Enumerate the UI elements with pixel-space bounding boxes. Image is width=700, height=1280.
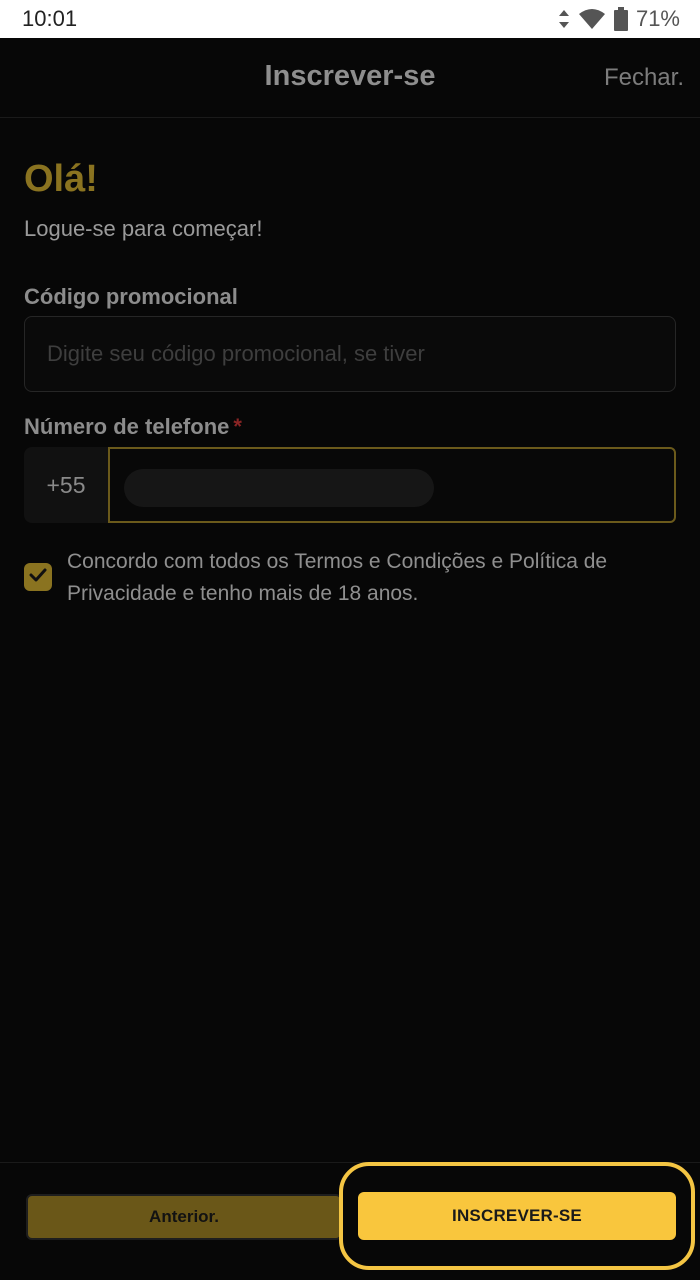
data-arrows-icon [558, 9, 570, 29]
country-code-selector[interactable]: +55 [24, 447, 108, 523]
required-mark: * [233, 414, 242, 439]
status-icons: 71% [558, 6, 680, 32]
terms-text[interactable]: Concordo com todos os Termos e Condições… [67, 546, 667, 610]
status-bar: 10:01 71% [0, 0, 700, 38]
phone-value-masked [124, 469, 434, 507]
check-icon [29, 568, 47, 587]
page-title: Inscrever-se [264, 60, 436, 92]
battery-percent: 71% [635, 6, 680, 31]
phone-label: Número de telefone * [24, 414, 242, 440]
battery-icon [613, 7, 628, 31]
status-time: 10:01 [22, 6, 78, 31]
promo-code-label: Código promocional [24, 284, 238, 309]
phone-input[interactable] [108, 447, 676, 523]
signup-button[interactable]: INSCREVER-SE [358, 1192, 676, 1240]
close-button[interactable]: Fechar. [604, 64, 684, 92]
promo-code-input[interactable] [24, 316, 676, 392]
phone-label-text: Número de telefone [24, 414, 230, 439]
terms-checkbox[interactable] [24, 563, 52, 591]
previous-button[interactable]: Anterior. [26, 1194, 342, 1240]
wifi-icon [578, 8, 606, 30]
greeting-subtitle: Logue-se para começar! [24, 216, 263, 241]
app-header: Inscrever-se Fechar. [0, 38, 700, 118]
greeting-title: Olá! [24, 158, 98, 200]
signup-screen: 10:01 71% Inscrever-se Fechar. Olá! Logu… [0, 0, 700, 1280]
